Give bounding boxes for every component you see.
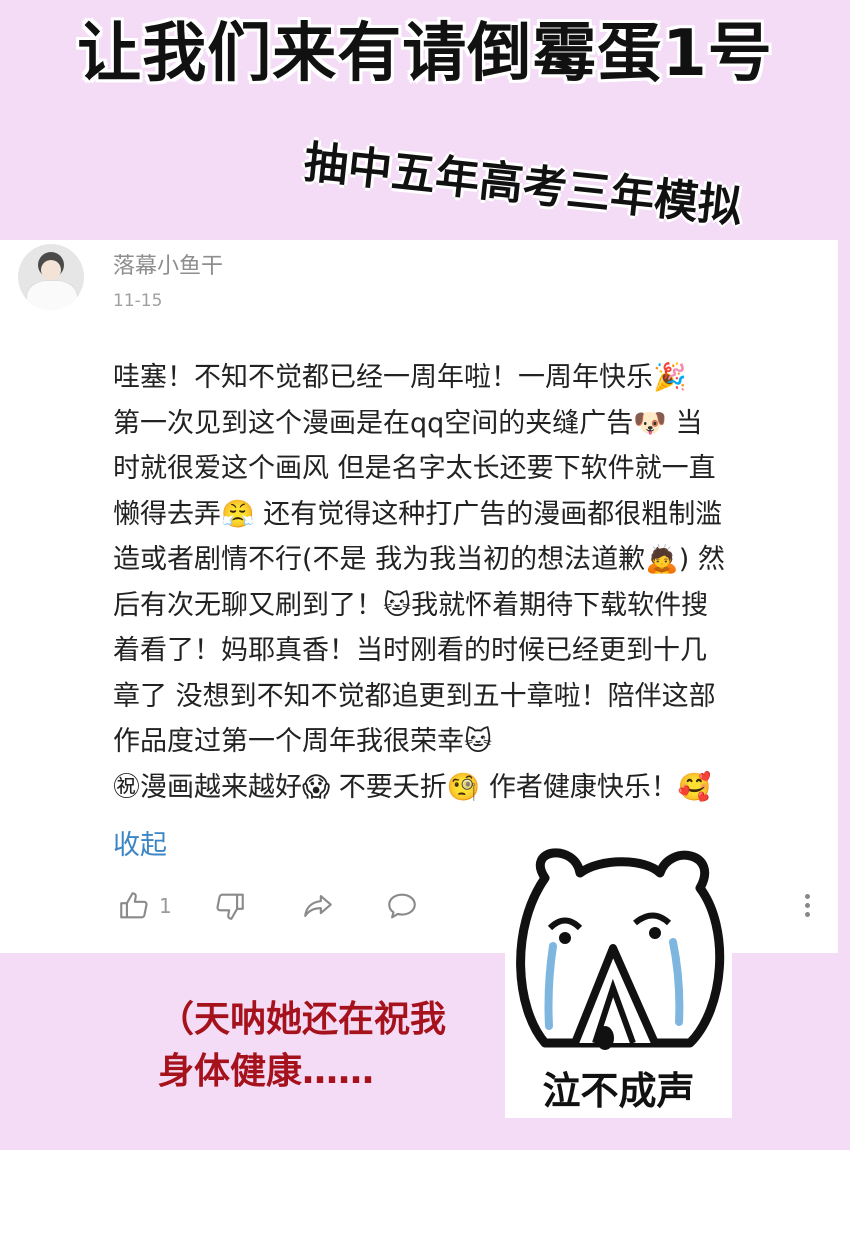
share-button[interactable] (301, 886, 335, 926)
more-vertical-icon[interactable] (800, 890, 814, 924)
comment-line: 第一次见到这个漫画是在qq空间的夹缝广告🐶 当 (113, 407, 703, 439)
like-count: 1 (159, 894, 172, 918)
comment-line: ㊗漫画越来越好😱 不要夭折🧐 作者健康快乐！🥰 (113, 771, 712, 803)
avatar[interactable] (18, 244, 84, 310)
comment-icon (388, 893, 416, 919)
thumbs-up-icon (120, 892, 148, 919)
comment-line: 哇塞！不知不觉都已经一周年啦！一周年快乐🎉 (113, 362, 687, 393)
comment-username[interactable]: 落幕小鱼干 (113, 248, 223, 280)
caption-line: 身体健康…… (158, 1051, 375, 1092)
crying-bear-icon (516, 848, 725, 1050)
like-button[interactable]: 1 (117, 886, 172, 926)
caption-note: （天呐她还在祝我 身体健康…… (158, 994, 446, 1098)
thumbs-down-icon (216, 893, 244, 920)
collapse-link[interactable]: 收起 (113, 823, 167, 862)
comment-line: 章了 没想到不知不觉都追更到五十章啦！陪伴这部 (113, 680, 716, 712)
page-title: 让我们来有请倒霉蛋1号 (77, 17, 773, 91)
share-icon (304, 895, 332, 917)
comment-line: 作品度过第一个周年我很荣幸🐱 (113, 726, 493, 757)
sticker-caption: 泣不成声 (542, 1069, 695, 1113)
comment-body: 哇塞！不知不觉都已经一周年啦！一周年快乐🎉 第一次见到这个漫画是在qq空间的夹缝… (113, 355, 818, 810)
comment-line: 造或者剧情不行(不是 我为我当初的想法道歉🙇) 然 (113, 544, 725, 575)
comment-date: 11-15 (113, 291, 163, 311)
reply-button[interactable] (385, 886, 419, 926)
comment-line: 时就很爱这个画风 但是名字太长还要下软件就一直 (113, 453, 716, 484)
dislike-button[interactable] (213, 886, 247, 926)
comment-line: 着看了！妈耶真香！当时刚看的时候已经更到十几 (113, 635, 707, 666)
caption-line: （天呐她还在祝我 (158, 999, 447, 1040)
comment-line: 后有次无聊又刷到了！🐱我就怀着期待下载软件搜 (113, 589, 709, 621)
crying-bear-sticker: 泣不成声 (505, 838, 732, 1118)
comment-line: 懒得去弄😤 还有觉得这种打广告的漫画都很粗制滥 (113, 498, 723, 530)
